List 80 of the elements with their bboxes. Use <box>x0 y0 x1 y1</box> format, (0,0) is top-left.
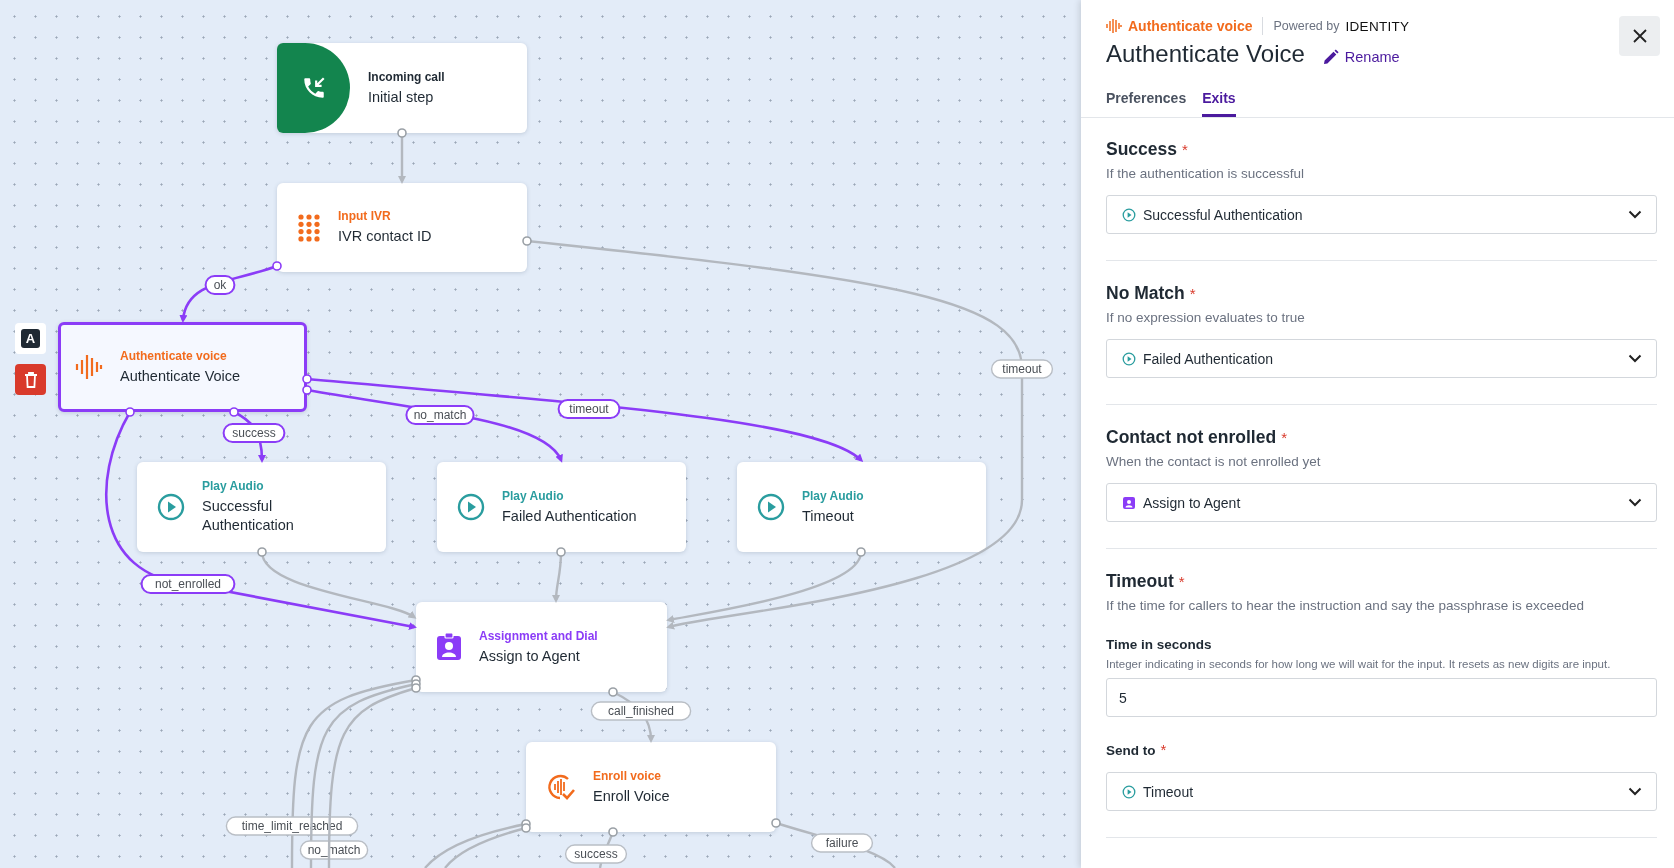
flow-node-card[interactable]: Play Audio Failed Authentication <box>437 462 686 552</box>
agent-badge-icon <box>436 633 462 661</box>
chevron-down-icon <box>1628 787 1642 796</box>
voice-check-icon <box>546 773 576 801</box>
required-mark: * <box>1189 285 1196 302</box>
brand-label: IDENTITY <box>1345 18 1410 34</box>
field-label: Send to <box>1106 743 1156 758</box>
required-mark: * <box>1160 741 1167 758</box>
chevron-down-icon <box>1628 498 1642 507</box>
text-tool-button[interactable]: A <box>15 323 46 354</box>
trash-icon <box>23 371 38 388</box>
play-icon <box>1122 784 1136 799</box>
sound-wave-icon <box>1106 18 1122 34</box>
field-label: Time in seconds <box>1106 637 1212 652</box>
delete-button[interactable] <box>15 364 46 395</box>
connector-line[interactable] <box>552 547 566 603</box>
node-title: IVR contact ID <box>338 227 432 246</box>
labeled-connector[interactable]: ok <box>179 261 282 323</box>
section-description: If the time for callers to hear the instruction and say the passphrase is exceeded <box>1106 598 1585 613</box>
required-mark: * <box>1281 429 1287 446</box>
node-title: Enroll Voice <box>593 786 670 806</box>
node-type-label: Incoming call <box>368 69 445 84</box>
labeled-connector[interactable]: no_match <box>302 385 563 463</box>
section-description: If no expression evaluates to true <box>1106 310 1306 325</box>
flow-node-card[interactable]: Input IVR IVR contact ID <box>277 183 527 272</box>
flow-node-card[interactable]: Play Audio Timeout <box>737 462 986 552</box>
section-description: If the authentication is successful <box>1106 166 1306 181</box>
close-icon <box>1632 29 1647 43</box>
panel-title: Authenticate Voice <box>1106 40 1305 68</box>
sound-wave-icon <box>75 354 103 380</box>
chevron-down-icon <box>1628 354 1642 363</box>
node-type-label: Play Audio <box>802 488 864 503</box>
field-help-text: Integer indicating in seconds for how long we will wait for the input. It resets as new digits are input. <box>1106 658 1612 670</box>
labeled-connector[interactable]: failure <box>771 818 896 868</box>
node-title: Initial step <box>368 87 435 107</box>
flow-node-card[interactable]: Incoming call Initial step <box>277 43 527 133</box>
flow-node-card[interactable]: Assignment and Dial Assign to Agent <box>416 602 667 692</box>
required-mark: * <box>1182 141 1188 158</box>
exit-dropdown[interactable]: Failed Authentication <box>1106 339 1657 378</box>
required-mark: * <box>1178 573 1185 590</box>
node-title: Timeout <box>802 506 855 526</box>
chevron-down-icon <box>1628 210 1642 219</box>
node-type-label: Play Audio <box>202 479 265 494</box>
step-type-label: Authenticate voice <box>1128 18 1253 34</box>
incoming-call-icon <box>277 43 350 133</box>
section-title: Timeout <box>1106 571 1174 592</box>
powered-by-label: Powered by <box>1273 19 1340 33</box>
tab[interactable]: Exits <box>1202 90 1236 117</box>
agent-badge-icon <box>1122 495 1136 510</box>
flow-node-card[interactable]: Enroll voice Enroll Voice <box>526 742 776 832</box>
node-title: Authenticate Voice <box>120 366 241 386</box>
rename-button[interactable]: Rename <box>1322 43 1400 65</box>
node-type-label: Enroll voice <box>593 768 663 783</box>
play-icon <box>1122 207 1136 222</box>
exit-dropdown[interactable]: Successful Authentication <box>1106 195 1657 234</box>
pencil-icon <box>1322 49 1339 65</box>
node-type-label: Authenticate voice <box>120 348 228 363</box>
close-button[interactable] <box>1619 16 1660 56</box>
play-icon <box>757 493 785 521</box>
flow-node-card[interactable]: Authenticate voice Authenticate Voice <box>58 322 307 412</box>
exit-dropdown[interactable]: Assign to Agent <box>1106 483 1657 522</box>
connector-line[interactable] <box>257 547 417 619</box>
node-title: Successful Authentication <box>202 497 295 535</box>
keypad-icon <box>297 212 321 243</box>
section-title: Success <box>1106 139 1178 160</box>
flow-node-card[interactable]: Play Audio Successful Authentication <box>137 462 386 552</box>
play-icon <box>457 493 485 521</box>
node-type-label: Input IVR <box>338 209 392 224</box>
play-icon <box>1122 351 1136 366</box>
connector-line[interactable] <box>397 128 407 184</box>
exit-dropdown[interactable]: Timeout <box>1106 772 1657 811</box>
play-icon <box>157 493 185 521</box>
node-type-label: Assignment and Dial <box>479 628 598 643</box>
section-description: When the contact is not enrolled yet <box>1106 454 1322 469</box>
tab[interactable]: Preferences <box>1106 90 1187 117</box>
section-title: Contact not enrolled <box>1106 427 1277 448</box>
connector-line[interactable] <box>666 547 866 623</box>
section-title: No Match <box>1106 283 1185 304</box>
number-input-field[interactable]: 5 <box>1106 678 1657 717</box>
node-title: Assign to Agent <box>479 646 581 666</box>
